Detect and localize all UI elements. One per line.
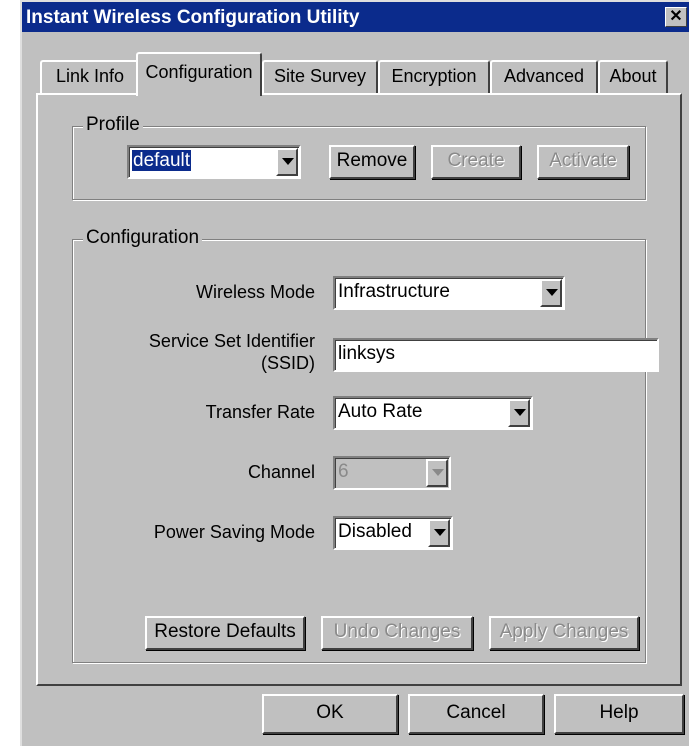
profile-group-label: Profile (83, 114, 143, 136)
cancel-button[interactable]: Cancel (408, 694, 544, 734)
wireless-mode-select[interactable]: Infrastructure (333, 276, 565, 310)
dialog-window: Instant Wireless Configuration Utility ✕… (20, 0, 689, 746)
transfer-rate-select[interactable]: Auto Rate (333, 396, 533, 430)
title-bar[interactable]: Instant Wireless Configuration Utility ✕ (22, 2, 689, 32)
tab-label: Encryption (391, 66, 477, 86)
activate-button-label: Activate (549, 150, 617, 171)
tab-label: Configuration (145, 62, 253, 82)
tab-label: Site Survey (273, 66, 367, 86)
tab-encryption[interactable]: Encryption (378, 60, 490, 94)
ssid-label-line1: Service Set Identifier (148, 331, 315, 351)
create-button-label: Create (447, 150, 505, 171)
tab-label: Link Info (55, 66, 125, 86)
chevron-down-icon[interactable] (426, 459, 448, 487)
tab-configuration[interactable]: Configuration (136, 52, 262, 96)
chevron-down-icon[interactable] (508, 399, 530, 427)
apply-changes-button[interactable]: Apply Changes (489, 616, 639, 650)
profile-group: Profile default Remove Create Activate (72, 114, 646, 200)
tab-link-info[interactable]: Link Info (40, 60, 140, 94)
remove-button[interactable]: Remove (329, 145, 415, 179)
tab-advanced[interactable]: Advanced (490, 60, 598, 94)
power-saving-select[interactable]: Disabled (333, 516, 453, 550)
channel-value: 6 (338, 461, 349, 482)
undo-changes-label: Undo Changes (333, 621, 461, 642)
cancel-button-label: Cancel (446, 702, 506, 723)
help-button-label: Help (599, 702, 639, 723)
chevron-down-icon[interactable] (540, 279, 562, 307)
wireless-mode-value: Infrastructure (338, 281, 450, 302)
chevron-down-icon[interactable] (276, 148, 298, 176)
power-saving-value: Disabled (338, 521, 412, 542)
restore-defaults-button[interactable]: Restore Defaults (145, 616, 305, 650)
restore-defaults-label: Restore Defaults (154, 621, 296, 642)
wireless-mode-label: Wireless Mode (195, 282, 315, 302)
transfer-rate-label: Transfer Rate (205, 402, 315, 422)
ssid-value: linksys (338, 343, 396, 364)
configuration-group-label: Configuration (83, 227, 203, 249)
configuration-group: Configuration Wireless Mode Infrastructu… (72, 227, 659, 663)
help-button[interactable]: Help (554, 694, 684, 734)
ssid-input[interactable]: linksys (333, 338, 659, 372)
apply-changes-label: Apply Changes (499, 621, 629, 642)
create-button[interactable]: Create (431, 145, 521, 179)
profile-select[interactable]: default (127, 145, 301, 179)
tab-about[interactable]: About (598, 60, 668, 94)
tab-site-survey[interactable]: Site Survey (262, 60, 378, 94)
ssid-label-line2: (SSID) (261, 353, 315, 373)
tab-label: About (609, 66, 657, 86)
channel-label: Channel (247, 462, 315, 482)
ssid-label: Service Set Identifier (SSID) (149, 330, 315, 374)
configuration-panel: Profile default Remove Create Activate C… (36, 93, 682, 686)
ok-button[interactable]: OK (262, 694, 398, 734)
channel-select[interactable]: 6 (333, 456, 451, 490)
profile-selected-value: default (132, 150, 192, 171)
transfer-rate-value: Auto Rate (338, 401, 423, 422)
activate-button[interactable]: Activate (537, 145, 629, 179)
tab-label: Advanced (503, 66, 585, 86)
close-icon[interactable]: ✕ (665, 7, 687, 27)
window-title: Instant Wireless Configuration Utility (26, 7, 360, 28)
ok-button-label: OK (316, 702, 344, 723)
power-saving-label: Power Saving Mode (153, 522, 315, 542)
chevron-down-icon[interactable] (428, 519, 450, 547)
remove-button-label: Remove (336, 150, 408, 171)
undo-changes-button[interactable]: Undo Changes (321, 616, 473, 650)
